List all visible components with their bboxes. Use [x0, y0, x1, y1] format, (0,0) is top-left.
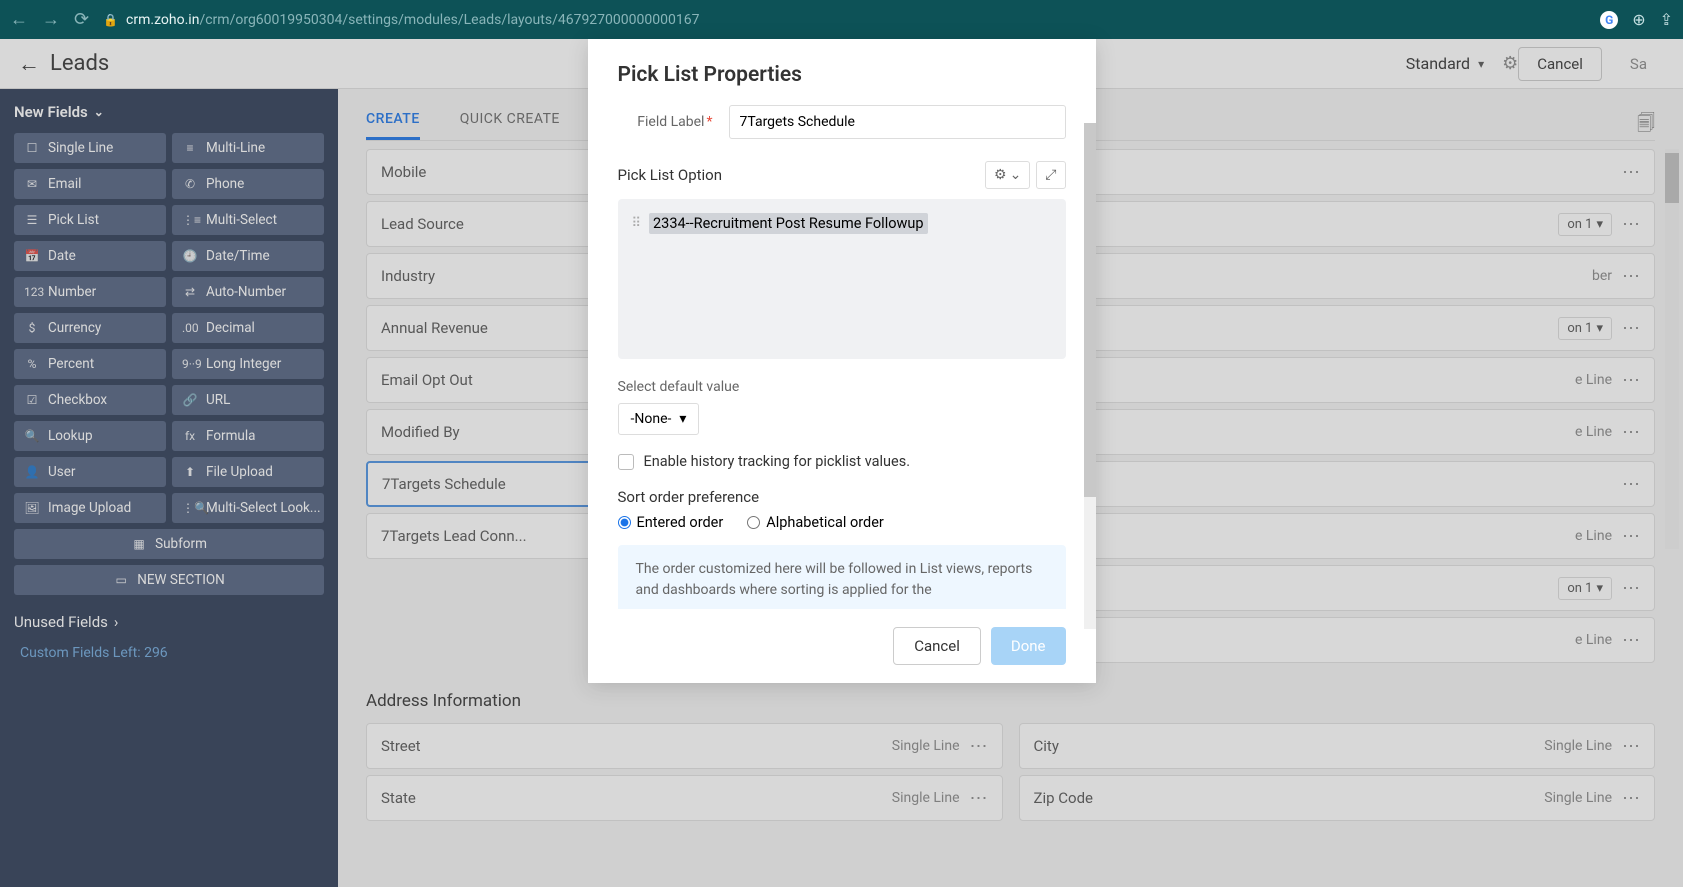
- modal-overlay: Pick List Properties Field Label* Pick L…: [0, 39, 1683, 887]
- gear-icon: ⚙: [994, 167, 1007, 183]
- field-label-label: Field Label*: [618, 114, 713, 130]
- sort-entered-radio[interactable]: Entered order: [618, 514, 724, 531]
- options-gear-button[interactable]: ⚙⌄: [985, 161, 1030, 189]
- reload-icon[interactable]: ⟳: [74, 9, 89, 30]
- share-icon[interactable]: ⇪: [1660, 10, 1673, 29]
- url-bar[interactable]: 🔒 crm.zoho.in/crm/org60019950304/setting…: [103, 12, 1586, 28]
- sort-info-box: The order customized here will be follow…: [618, 545, 1066, 609]
- zoom-icon[interactable]: ⊕: [1632, 10, 1645, 29]
- default-value-label: Select default value: [618, 379, 1066, 395]
- default-value-dropdown[interactable]: -None-▾: [618, 403, 700, 435]
- expand-button[interactable]: ⤢: [1036, 161, 1065, 189]
- google-icon[interactable]: G: [1600, 11, 1618, 29]
- field-label-input[interactable]: [729, 105, 1066, 139]
- expand-icon: ⤢: [1045, 167, 1056, 183]
- modal-title: Pick List Properties: [588, 39, 1096, 105]
- sort-alpha-radio[interactable]: Alphabetical order: [747, 514, 884, 531]
- lock-icon: 🔒: [103, 13, 118, 27]
- picklist-properties-modal: Pick List Properties Field Label* Pick L…: [588, 39, 1096, 683]
- chevron-down-icon: ▾: [679, 411, 686, 427]
- back-icon[interactable]: ←: [10, 9, 28, 30]
- picklist-option-label: Pick List Option: [618, 166, 723, 184]
- chevron-down-icon: ⌄: [1010, 167, 1022, 183]
- picklist-options-box: ⠿ 2334--Recruitment Post Resume Followup: [618, 199, 1066, 359]
- modal-cancel-button[interactable]: Cancel: [893, 627, 981, 665]
- history-tracking-checkbox[interactable]: [618, 454, 634, 470]
- picklist-option-item[interactable]: ⠿ 2334--Recruitment Post Resume Followup: [632, 213, 1052, 234]
- modal-vertical-scrollbar[interactable]: [1084, 123, 1096, 629]
- modal-done-button[interactable]: Done: [991, 627, 1066, 665]
- drag-handle-icon[interactable]: ⠿: [632, 216, 642, 231]
- forward-icon[interactable]: →: [42, 9, 60, 30]
- sort-order-label: Sort order preference: [618, 488, 1066, 506]
- history-tracking-label: Enable history tracking for picklist val…: [644, 453, 911, 470]
- browser-chrome: ← → ⟳ 🔒 crm.zoho.in/crm/org60019950304/s…: [0, 0, 1683, 39]
